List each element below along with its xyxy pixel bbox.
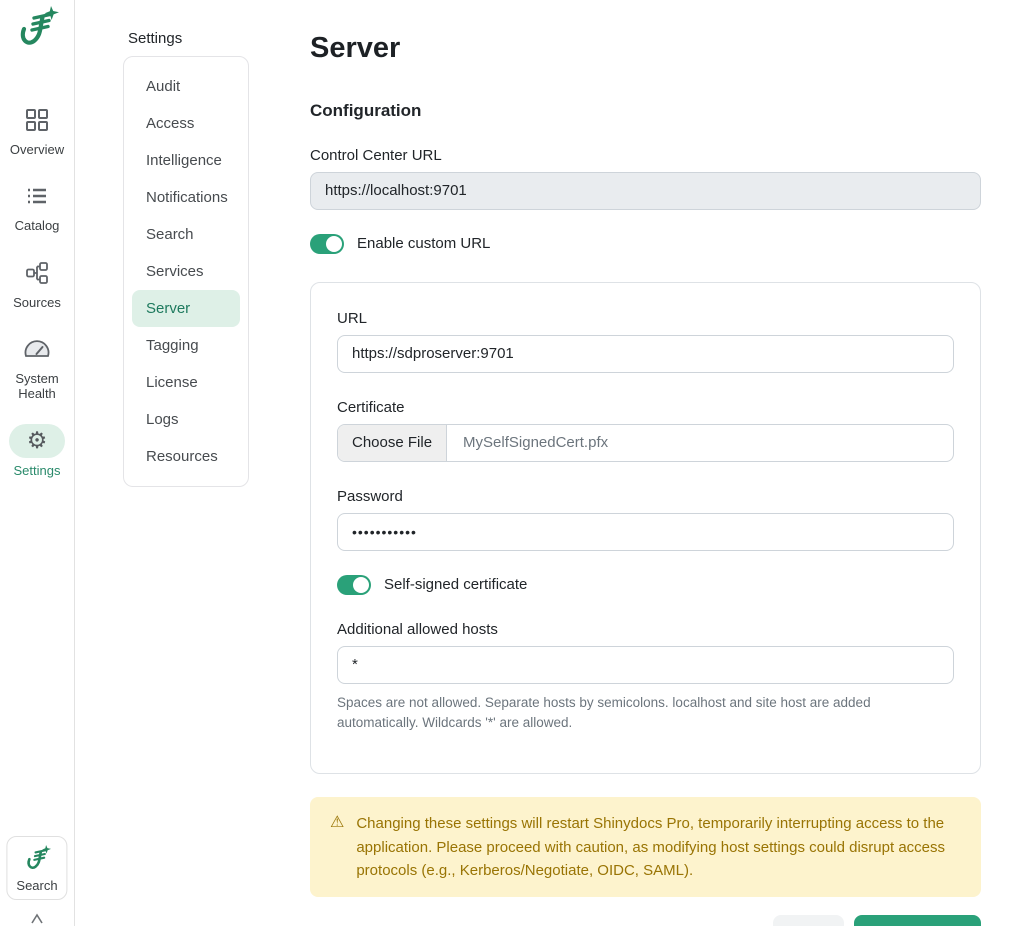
control-center-url-input (310, 172, 981, 210)
sidebar-search-label: Search (16, 878, 57, 893)
restart-warning-text: Changing these settings will restart Shi… (356, 812, 961, 882)
settings-menu-item-intelligence[interactable]: Intelligence (132, 142, 240, 179)
sidebar-item-label: Overview (10, 142, 64, 157)
settings-menu-column: Settings Audit Access Intelligence Notif… (123, 0, 249, 926)
enable-custom-url-label: Enable custom URL (357, 235, 490, 252)
sidebar-item-label: Settings (14, 463, 61, 478)
allowed-hosts-help: Spaces are not allowed. Separate hosts b… (337, 693, 954, 734)
settings-menu-item-search[interactable]: Search (132, 216, 240, 253)
allowed-hosts-label: Additional allowed hosts (337, 621, 954, 638)
settings-menu-item-services[interactable]: Services (132, 253, 240, 290)
settings-menu: Audit Access Intelligence Notifications … (123, 56, 249, 487)
settings-menu-item-audit[interactable]: Audit (132, 68, 240, 105)
sidebar-item-settings[interactable]: ⚙ Settings (1, 424, 74, 478)
password-input[interactable] (337, 513, 954, 551)
settings-menu-item-logs[interactable]: Logs (132, 401, 240, 438)
sidebar-search-launcher[interactable]: Search (6, 836, 67, 900)
settings-menu-item-notifications[interactable]: Notifications (132, 179, 240, 216)
sidebar-nav: Overview Catalog (0, 103, 74, 478)
control-center-url-label: Control Center URL (310, 147, 981, 164)
restart-warning-banner: ⚠ Changing these settings will restart S… (310, 797, 981, 897)
grid-icon (9, 103, 65, 137)
sidebar-item-overview[interactable]: Overview (1, 103, 74, 157)
network-icon (9, 256, 65, 290)
self-signed-toggle[interactable] (337, 575, 371, 595)
page-title: Server (310, 33, 981, 65)
sidebar: Overview Catalog (0, 0, 75, 926)
certificate-label: Certificate (337, 399, 954, 416)
brand-logo-icon (23, 845, 51, 876)
self-signed-label: Self-signed certificate (384, 576, 527, 593)
settings-menu-heading: Settings (128, 30, 249, 47)
enable-custom-url-row: Enable custom URL (310, 234, 981, 254)
sidebar-item-system-health[interactable]: System Health (1, 332, 74, 402)
certificate-file-input: Choose File MySelfSignedCert.pfx (337, 424, 954, 462)
brand-logo-icon (15, 6, 59, 53)
url-input[interactable] (337, 335, 954, 373)
settings-menu-item-server[interactable]: Server (132, 290, 240, 327)
app-window: Overview Catalog (0, 0, 1013, 926)
sidebar-collapse-caret[interactable] (30, 912, 44, 926)
server-settings-page: Server Configuration Control Center URL … (249, 0, 1013, 926)
sidebar-item-label: Sources (13, 295, 61, 310)
gear-icon: ⚙ (9, 424, 65, 458)
reset-button[interactable]: Reset (773, 915, 844, 926)
settings-menu-item-tagging[interactable]: Tagging (132, 327, 240, 364)
self-signed-row: Self-signed certificate (337, 575, 954, 595)
custom-url-panel: URL Certificate Choose File MySelfSigned… (310, 282, 981, 775)
sidebar-item-label: Catalog (15, 218, 60, 233)
form-actions: Reset Save changes (310, 915, 981, 926)
certificate-filename: MySelfSignedCert.pfx (447, 425, 624, 461)
sidebar-item-catalog[interactable]: Catalog (1, 179, 74, 233)
enable-custom-url-toggle[interactable] (310, 234, 344, 254)
settings-menu-item-license[interactable]: License (132, 364, 240, 401)
configuration-heading: Configuration (310, 101, 981, 121)
warning-icon: ⚠ (330, 812, 344, 882)
sidebar-item-label: System Health (1, 371, 74, 402)
settings-menu-item-resources[interactable]: Resources (132, 438, 240, 475)
allowed-hosts-input[interactable] (337, 646, 954, 684)
gauge-icon (9, 332, 65, 366)
save-changes-button[interactable]: Save changes (854, 915, 981, 926)
list-icon (9, 179, 65, 213)
url-label: URL (337, 310, 954, 327)
settings-menu-item-access[interactable]: Access (132, 105, 240, 142)
password-label: Password (337, 488, 954, 505)
choose-file-button[interactable]: Choose File (338, 425, 447, 461)
sidebar-item-sources[interactable]: Sources (1, 256, 74, 310)
